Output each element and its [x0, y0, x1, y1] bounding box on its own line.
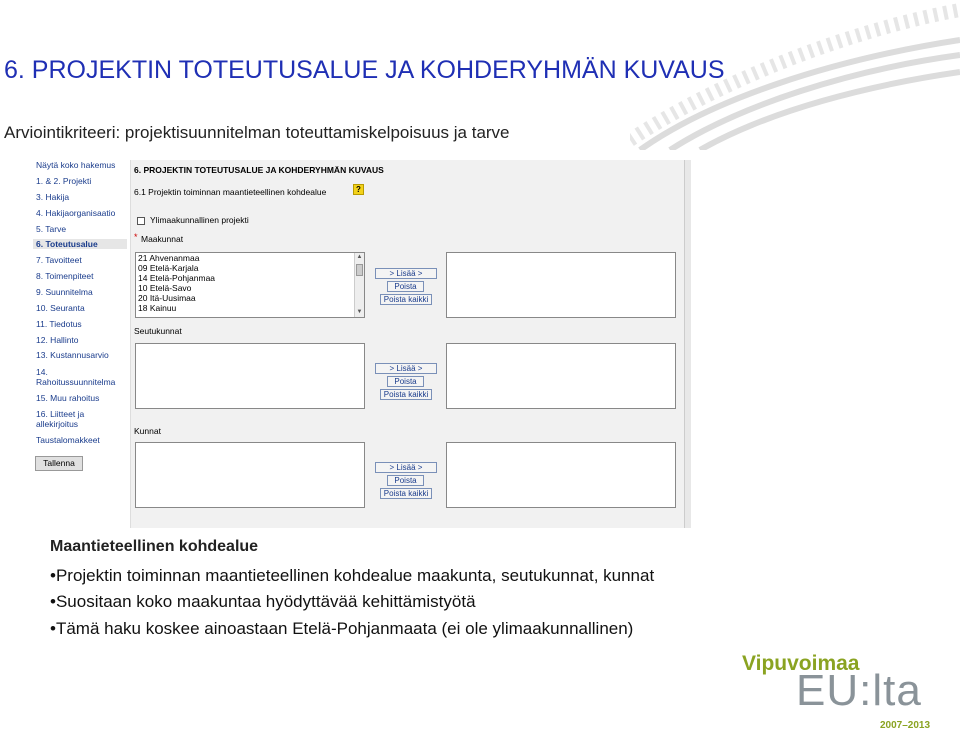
maakunnat-add-button[interactable]: > Lisää > — [375, 268, 437, 279]
interregional-checkbox[interactable] — [137, 217, 145, 225]
kunnat-selected-list[interactable] — [446, 442, 676, 508]
sidebar-item-monitoring[interactable]: 10. Seuranta — [36, 303, 85, 313]
seutukunnat-selected-list[interactable] — [446, 343, 676, 409]
sidebar-item-background-forms[interactable]: Taustalomakkeet — [36, 435, 100, 445]
sidebar-item-project[interactable]: 1. & 2. Projekti — [36, 176, 91, 186]
scroll-thumb[interactable] — [356, 264, 363, 276]
maakunnat-selected-list[interactable] — [446, 252, 676, 318]
listbox-scrollbar[interactable]: ▲ ▼ — [354, 253, 364, 317]
save-button[interactable]: Tallenna — [35, 456, 83, 471]
sidebar-item-organisation[interactable]: 4. Hakijaorganisaatio — [36, 208, 115, 218]
kunnat-label: Kunnat — [134, 426, 161, 436]
list-item[interactable]: 10 Etelä-Savo — [136, 283, 364, 293]
sidebar-item-show-all[interactable]: Näytä koko hakemus — [36, 160, 115, 170]
list-item[interactable]: 20 Itä-Uusimaa — [136, 293, 364, 303]
list-item[interactable]: 14 Etelä-Pohjanmaa — [136, 273, 364, 283]
form-subheading: 6.1 Projektin toiminnan maantieteellinen… — [134, 187, 327, 197]
maakunnat-remove-all-button[interactable]: Poista kaikki — [380, 294, 432, 305]
sidebar-item-budget[interactable]: 13. Kustannusarvio — [36, 350, 109, 360]
interregional-checkbox-label: Ylimaakunnallinen projekti — [150, 215, 249, 225]
sidebar-item-actions[interactable]: 8. Toimenpiteet — [36, 271, 94, 281]
kunnat-remove-button[interactable]: Poista — [387, 475, 424, 486]
logo-wordmark: EU:lta — [796, 666, 922, 715]
application-form-screenshot: Näytä koko hakemus 1. & 2. Projekti 3. H… — [31, 160, 701, 528]
section-title: Maantieteellinen kohdealue — [50, 538, 259, 555]
seutukunnat-add-button[interactable]: > Lisää > — [375, 363, 437, 374]
form-heading: 6. PROJEKTIN TOTEUTUSALUE JA KOHDERYHMÄN… — [134, 165, 384, 175]
sidebar-item-area[interactable]: 6. Toteutusalue — [33, 239, 127, 249]
list-item[interactable]: 21 Ahvenanmaa — [136, 253, 364, 263]
scroll-up-icon[interactable]: ▲ — [355, 253, 364, 262]
sidebar-item-need[interactable]: 5. Tarve — [36, 224, 66, 234]
bullet-item: •Tämä haku koskee ainoastaan Etelä-Pohja… — [50, 619, 634, 638]
sidebar-item-financing-number[interactable]: 14. — [36, 367, 48, 377]
maakunnat-listbox[interactable]: 21 Ahvenanmaa 09 Etelä-Karjala 14 Etelä-… — [135, 252, 365, 318]
sidebar-item-goals[interactable]: 7. Tavoitteet — [36, 255, 82, 265]
page-scrollbar[interactable] — [684, 160, 691, 528]
kunnat-add-button[interactable]: > Lisää > — [375, 462, 437, 473]
bullet-item: •Suositaan koko maakuntaa hyödyttävää ke… — [50, 592, 476, 611]
sidebar-item-other-financing[interactable]: 15. Muu rahoitus — [36, 393, 99, 403]
form-panel: 6. PROJEKTIN TOTEUTUSALUE JA KOHDERYHMÄN… — [130, 160, 690, 528]
seutukunnat-remove-button[interactable]: Poista — [387, 376, 424, 387]
kunnat-listbox[interactable] — [135, 442, 365, 508]
sidebar-item-plan[interactable]: 9. Suunnitelma — [36, 287, 93, 297]
sidebar-item-attachments[interactable]: 16. Liitteet ja — [36, 409, 84, 419]
seutukunnat-listbox[interactable] — [135, 343, 365, 409]
required-mark: * — [134, 232, 138, 242]
sidebar-item-administration[interactable]: 12. Hallinto — [36, 335, 79, 345]
maakunnat-remove-button[interactable]: Poista — [387, 281, 424, 292]
kunnat-remove-all-button[interactable]: Poista kaikki — [380, 488, 432, 499]
sidebar-item-applicant[interactable]: 3. Hakija — [36, 192, 69, 202]
sidebar-item-communication[interactable]: 11. Tiedotus — [36, 319, 82, 329]
seutukunnat-remove-all-button[interactable]: Poista kaikki — [380, 389, 432, 400]
bullet-item: •Projektin toiminnan maantieteellinen ko… — [50, 566, 655, 585]
slide-title: 6. PROJEKTIN TOTEUTUSALUE JA KOHDERYHMÄN… — [4, 56, 725, 84]
sidebar-item-financing[interactable]: Rahoitussuunnitelma — [36, 377, 115, 387]
seutukunnat-label: Seutukunnat — [134, 326, 182, 336]
maakunnat-label: Maakunnat — [141, 234, 184, 244]
slide-subtitle: Arviointikriteeri: projektisuunnitelman … — [4, 123, 510, 142]
logo-years: 2007–2013 — [880, 720, 931, 731]
sidebar-item-signature[interactable]: allekirjoitus — [36, 419, 78, 429]
help-icon[interactable]: ? — [353, 184, 364, 195]
list-item[interactable]: 09 Etelä-Karjala — [136, 263, 364, 273]
list-item[interactable]: 18 Kainuu — [136, 303, 364, 313]
scroll-down-icon[interactable]: ▼ — [355, 308, 364, 317]
sidebar-nav: Näytä koko hakemus 1. & 2. Projekti 3. H… — [31, 160, 127, 528]
